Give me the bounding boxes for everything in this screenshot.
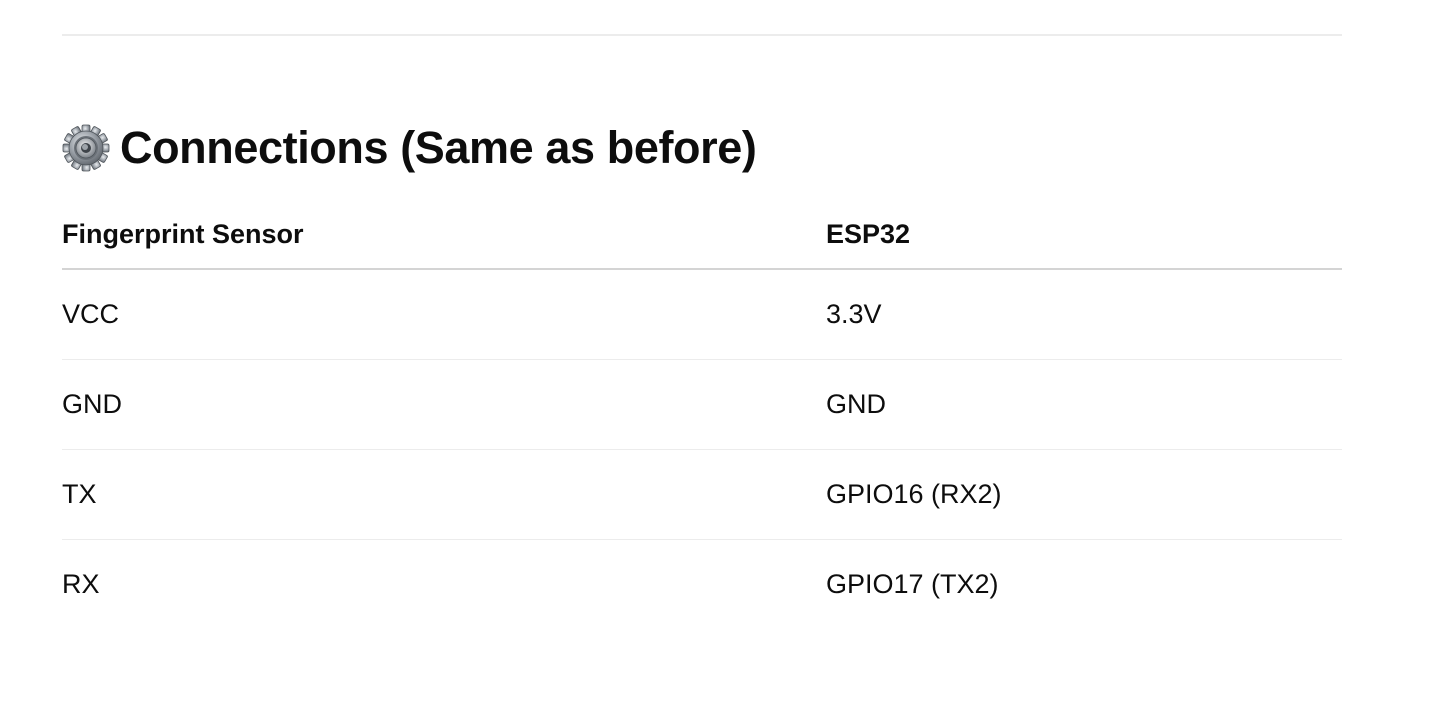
sensor-pin-cell: TX: [62, 449, 826, 540]
sensor-pin-cell: GND: [62, 359, 826, 450]
column-header-sensor: Fingerprint Sensor: [62, 200, 826, 270]
connections-table: Fingerprint Sensor ESP32 VCC 3.3V GND GN…: [62, 200, 1342, 629]
column-header-esp32: ESP32: [826, 200, 1342, 270]
esp32-pin-cell: GPIO16 (RX2): [826, 449, 1342, 540]
section-title: Connections (Same as before): [120, 122, 757, 173]
section-heading: Connections (Same as before): [62, 118, 757, 178]
table-row: RX GPIO17 (TX2): [62, 540, 1342, 630]
table-header-row: Fingerprint Sensor ESP32: [62, 200, 1342, 270]
gear-icon: [62, 124, 110, 172]
esp32-pin-cell: 3.3V: [826, 269, 1342, 360]
sensor-pin-cell: RX: [62, 569, 100, 599]
sensor-pin-cell: VCC: [62, 269, 826, 360]
esp32-pin-cell: GPIO17 (TX2): [826, 569, 999, 599]
section-divider: [62, 34, 1342, 36]
table-row: VCC 3.3V: [62, 269, 1342, 360]
esp32-pin-cell: GND: [826, 359, 1342, 450]
table-row: TX GPIO16 (RX2): [62, 449, 1342, 540]
table-row: GND GND: [62, 359, 1342, 450]
